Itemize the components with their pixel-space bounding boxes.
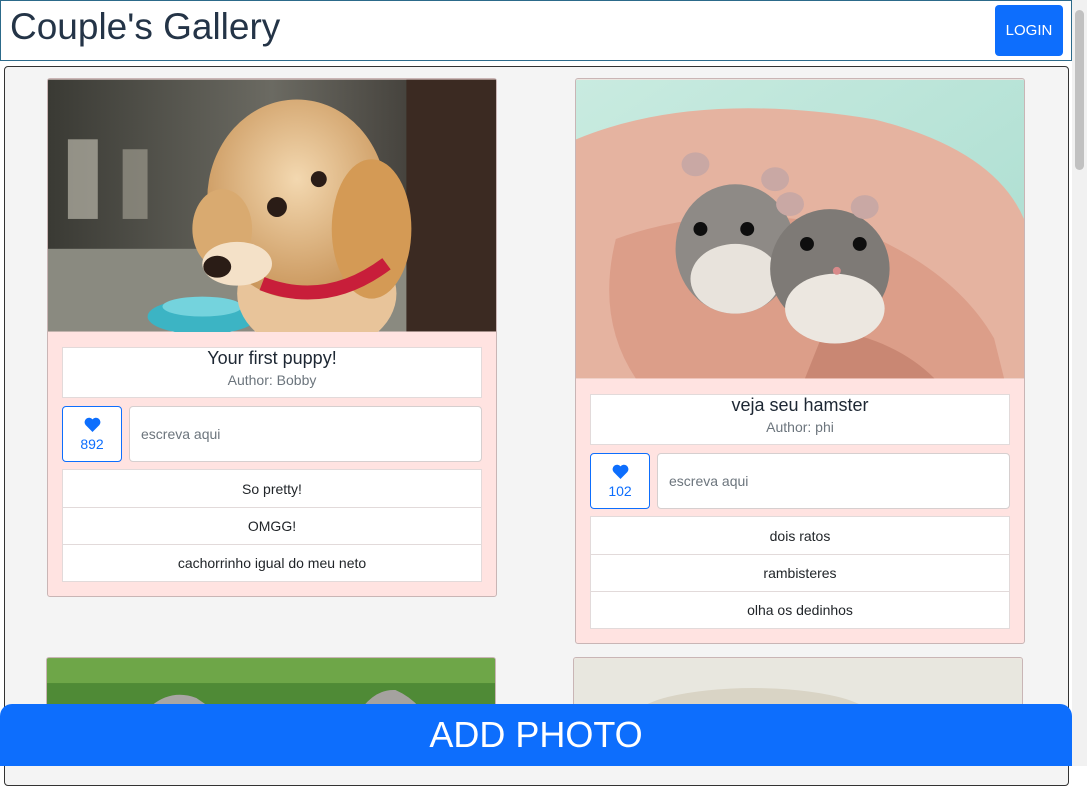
login-button[interactable]: LOGIN <box>995 5 1063 56</box>
photo-card: Your first puppy! Author: Bobby 892 So p… <box>47 78 497 597</box>
post-title: Your first puppy! <box>207 348 337 368</box>
post-author: Author: Bobby <box>227 372 317 388</box>
like-count: 892 <box>80 435 104 452</box>
photo-card: veja seu hamster Author: phi 102 dois ra… <box>575 78 1025 644</box>
scrollbar-thumb[interactable] <box>1075 10 1084 170</box>
interaction-row: 892 <box>62 406 482 462</box>
app-title: Couple's Gallery <box>10 6 281 47</box>
hamster-photo <box>576 79 1024 379</box>
card-body: Your first puppy! Author: Bobby 892 So p… <box>48 332 496 596</box>
comment-item: olha os dedinhos <box>591 591 1009 628</box>
post-header: veja seu hamster Author: phi <box>590 394 1010 445</box>
app-header: Couple's Gallery LOGIN <box>0 0 1072 61</box>
comment-list: dois ratos rambisteres olha os dedinhos <box>590 516 1010 629</box>
comment-item: rambisteres <box>591 554 1009 591</box>
comment-item: OMGG! <box>63 507 481 544</box>
like-button[interactable]: 102 <box>590 453 650 509</box>
comment-item: dois ratos <box>769 527 831 544</box>
comment-item: cachorrinho igual do meu neto <box>63 544 481 581</box>
heart-icon <box>612 464 628 479</box>
puppy-photo <box>48 79 496 332</box>
like-count: 102 <box>608 482 632 499</box>
comment-item: So pretty! <box>242 480 302 497</box>
comment-input[interactable] <box>129 406 482 462</box>
comment-list: So pretty! OMGG! cachorrinho igual do me… <box>62 469 482 582</box>
page-scrollbar[interactable] <box>1072 0 1087 766</box>
post-author: Author: phi <box>766 419 834 435</box>
card-body: veja seu hamster Author: phi 102 dois ra… <box>576 379 1024 643</box>
post-header: Your first puppy! Author: Bobby <box>62 347 482 398</box>
like-button[interactable]: 892 <box>62 406 122 462</box>
add-photo-button[interactable]: ADD PHOTO <box>0 704 1072 766</box>
comment-input[interactable] <box>657 453 1010 509</box>
post-title: veja seu hamster <box>731 395 869 415</box>
heart-icon <box>84 417 100 432</box>
photo-gallery[interactable]: Your first puppy! Author: Bobby 892 So p… <box>4 66 1069 786</box>
interaction-row: 102 <box>590 453 1010 509</box>
